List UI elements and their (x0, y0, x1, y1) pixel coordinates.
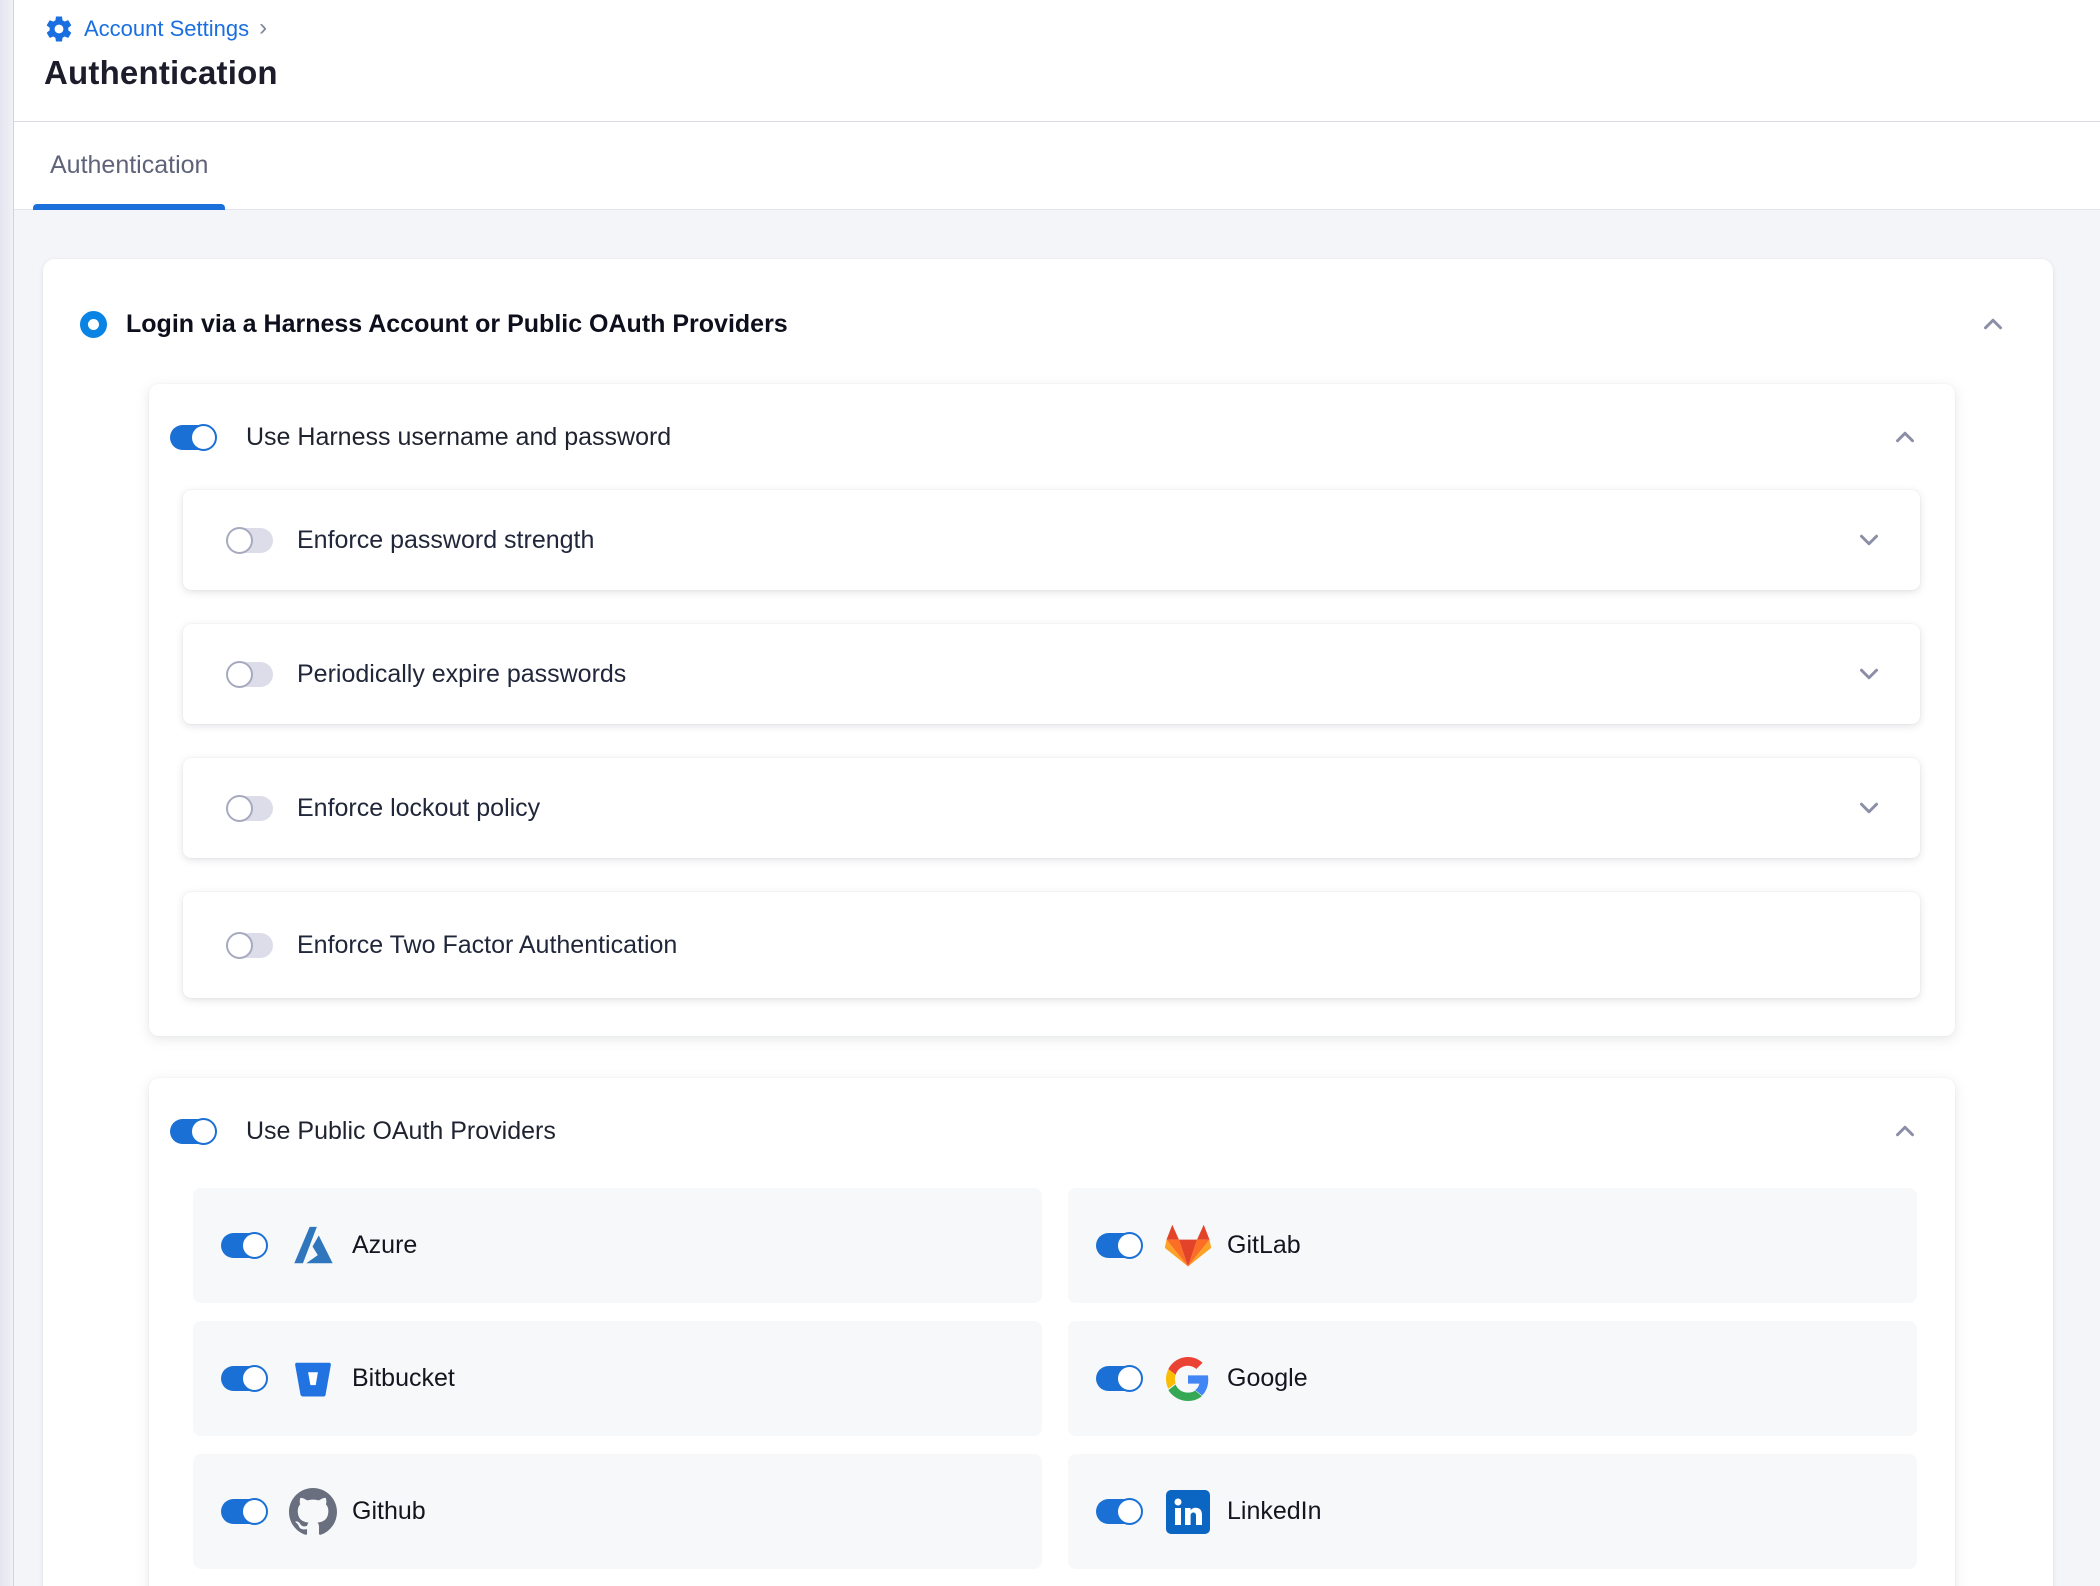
active-tab-indicator (33, 204, 225, 210)
chevron-up-icon[interactable] (1978, 309, 2008, 339)
azure-icon (289, 1222, 337, 1270)
breadcrumb-account-settings-link[interactable]: Account Settings (84, 16, 249, 42)
content-area: Login via a Harness Account or Public OA… (0, 210, 2100, 1586)
page-title: Authentication (44, 54, 2100, 92)
oauth-provider-grid: Azure (193, 1188, 1917, 1569)
chevron-up-icon[interactable] (1890, 1116, 1920, 1146)
authentication-settings-page: Account Settings › Authentication Authen… (0, 0, 2100, 1586)
option-enforce-lockout-policy: Enforce lockout policy (183, 758, 1920, 858)
gitlab-icon (1164, 1222, 1212, 1270)
harness-login-title: Use Harness username and password (246, 423, 671, 452)
option-label: Enforce password strength (297, 526, 594, 555)
oauth-title: Use Public OAuth Providers (246, 1117, 556, 1146)
provider-name: Github (352, 1497, 426, 1526)
linkedin-icon (1164, 1488, 1212, 1536)
login-method-header: Login via a Harness Account or Public OA… (43, 259, 2053, 339)
password-policy-options: Enforce password strength Periodically e… (183, 490, 1920, 998)
toggle-lockout-policy[interactable] (227, 796, 273, 821)
chevron-down-icon[interactable] (1854, 793, 1884, 823)
harness-login-card: Use Harness username and password Enforc… (149, 384, 1955, 1036)
bitbucket-icon (289, 1355, 337, 1403)
toggle-two-factor-auth[interactable] (227, 933, 273, 958)
login-method-title: Login via a Harness Account or Public OA… (126, 310, 788, 339)
option-periodically-expire-passwords: Periodically expire passwords (183, 624, 1920, 724)
toggle-expire-passwords[interactable] (227, 662, 273, 687)
google-icon (1164, 1355, 1212, 1403)
provider-row-gitlab: GitLab (1068, 1188, 1917, 1303)
provider-row-google: Google (1068, 1321, 1917, 1436)
provider-name: LinkedIn (1227, 1497, 1322, 1526)
provider-row-linkedin: LinkedIn (1068, 1454, 1917, 1569)
harness-login-header: Use Harness username and password (170, 420, 1920, 454)
option-enforce-password-strength: Enforce password strength (183, 490, 1920, 590)
oauth-providers-card: Use Public OAuth Providers (149, 1078, 1955, 1586)
oauth-header: Use Public OAuth Providers (170, 1114, 1920, 1148)
toggle-use-public-oauth[interactable] (170, 1119, 216, 1144)
login-methods-card: Login via a Harness Account or Public OA… (43, 259, 2053, 1586)
provider-row-github: Github (193, 1454, 1042, 1569)
toggle-enforce-password-strength[interactable] (227, 528, 273, 553)
toggle-linkedin[interactable] (1096, 1499, 1142, 1524)
page-header: Account Settings › Authentication (0, 0, 2100, 122)
provider-row-bitbucket: Bitbucket (193, 1321, 1042, 1436)
chevron-up-icon[interactable] (1890, 422, 1920, 452)
option-label: Enforce lockout policy (297, 794, 540, 823)
gear-icon (44, 14, 74, 44)
provider-name: Bitbucket (352, 1364, 455, 1393)
provider-name: Google (1227, 1364, 1308, 1393)
provider-name: Azure (352, 1231, 417, 1260)
toggle-azure[interactable] (221, 1233, 267, 1258)
toggle-github[interactable] (221, 1499, 267, 1524)
chevron-down-icon[interactable] (1854, 659, 1884, 689)
breadcrumb: Account Settings › (44, 12, 2100, 46)
toggle-google[interactable] (1096, 1366, 1142, 1391)
chevron-down-icon[interactable] (1854, 525, 1884, 555)
radio-login-harness-oauth[interactable] (80, 311, 107, 338)
tab-authentication[interactable]: Authentication (33, 122, 225, 209)
toggle-bitbucket[interactable] (221, 1366, 267, 1391)
chevron-right-icon: › (259, 14, 267, 42)
tab-bar: Authentication (0, 122, 2100, 210)
nav-panel-edge (0, 0, 14, 1586)
option-enforce-two-factor: Enforce Two Factor Authentication (183, 892, 1920, 998)
tab-label: Authentication (50, 151, 208, 180)
provider-name: GitLab (1227, 1231, 1301, 1260)
toggle-gitlab[interactable] (1096, 1233, 1142, 1258)
option-label: Periodically expire passwords (297, 660, 626, 689)
toggle-use-harness-password[interactable] (170, 425, 216, 450)
github-icon (289, 1488, 337, 1536)
option-label: Enforce Two Factor Authentication (297, 931, 677, 960)
provider-row-azure: Azure (193, 1188, 1042, 1303)
